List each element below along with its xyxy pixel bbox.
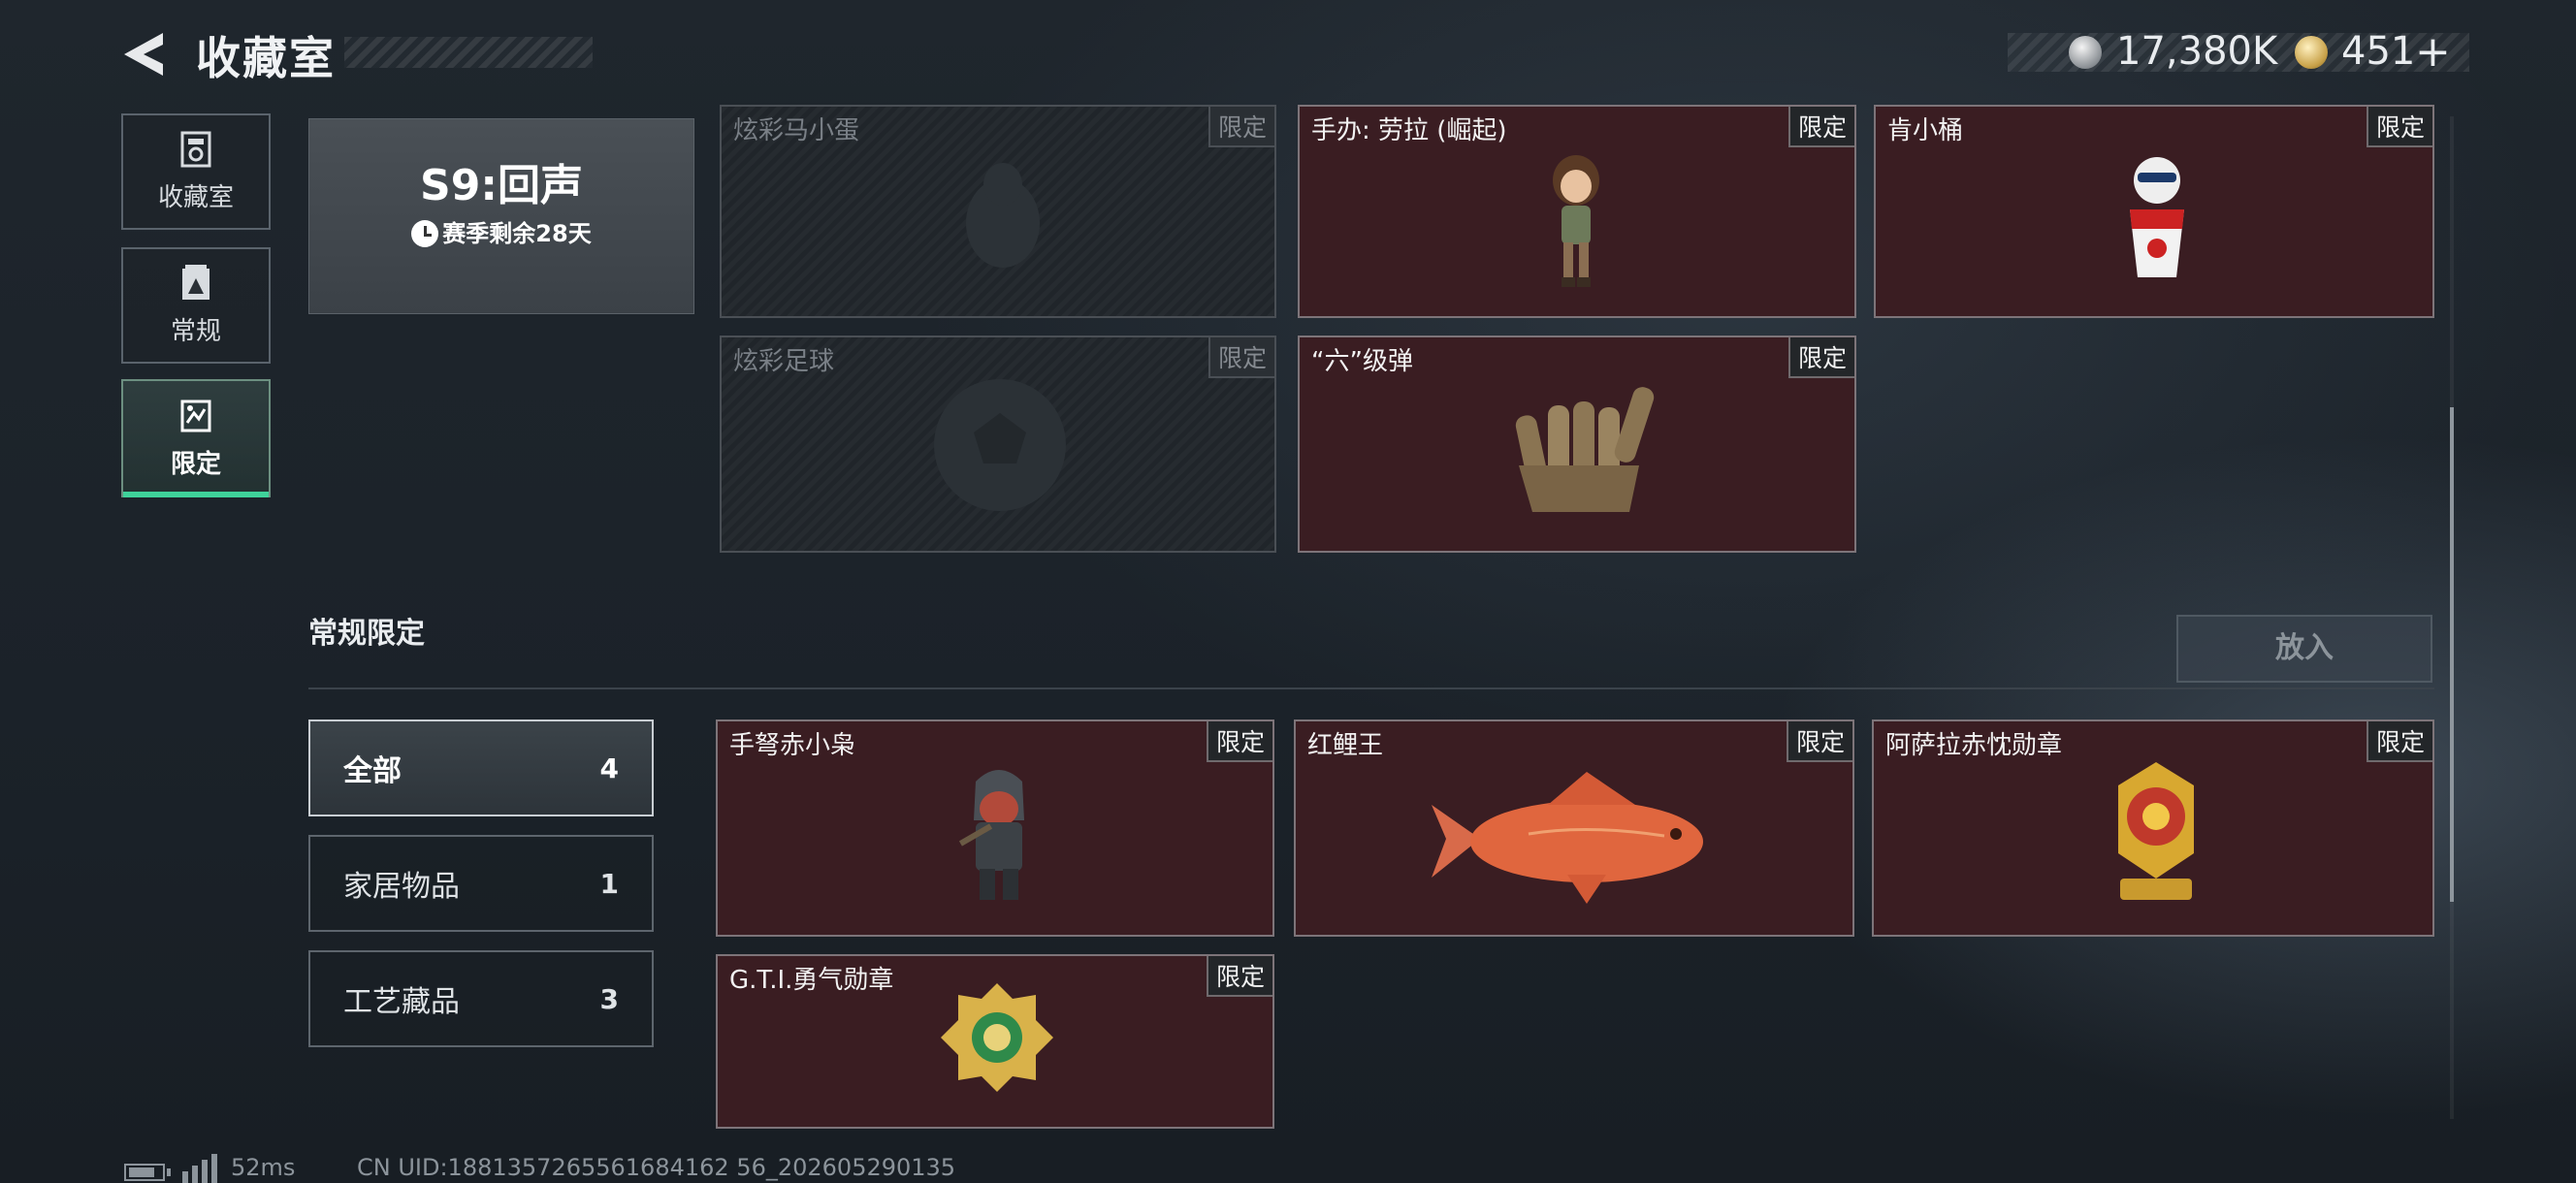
collection-card-crossbow-owl[interactable]: 手弩赤小枭 限定 xyxy=(716,719,1274,937)
collection-card-gti-courage-medal[interactable]: G.T.I.勇气勋章 限定 xyxy=(716,954,1274,1129)
sidebar-item-limited[interactable]: 限定 xyxy=(121,379,271,497)
collection-card-colorful-football[interactable]: 炫彩足球 限定 xyxy=(720,336,1276,553)
signal-icon xyxy=(202,1160,208,1183)
clock-icon xyxy=(411,220,439,247)
section-divider xyxy=(308,687,2434,689)
card-name: 手办: 劳拉 (崛起) xyxy=(1311,116,1507,145)
card-name: 阿萨拉赤忱勋章 xyxy=(1885,731,2063,760)
limited-tag: 限定 xyxy=(2366,107,2432,147)
collection-room-icon xyxy=(180,131,211,167)
gti-medal-icon xyxy=(941,983,1053,1092)
filter-home-items[interactable]: 家居物品 1 xyxy=(308,835,654,932)
silver-coin-icon xyxy=(2069,36,2102,69)
bucket-figure-icon xyxy=(2130,157,2184,277)
limited-tag: 限定 xyxy=(1208,107,1274,147)
collection-card-kfc-bucket[interactable]: 肯小桶 限定 xyxy=(1874,105,2434,318)
limited-tag: 限定 xyxy=(1787,337,1854,378)
season-card: S9:回声 赛季剩余28天 xyxy=(308,118,694,314)
sidebar-item-label: 常规 xyxy=(170,316,221,346)
active-indicator xyxy=(123,492,269,497)
filter-crafts[interactable]: 工艺藏品 3 xyxy=(308,950,654,1047)
limited-tag: 限定 xyxy=(1787,107,1854,147)
silver-currency-value: 17,380K xyxy=(2116,29,2278,74)
filter-count: 1 xyxy=(599,867,619,900)
regular-gallery-icon xyxy=(182,264,209,300)
crossbow-figure-icon xyxy=(958,770,1024,900)
collection-card-lara-figure[interactable]: 手办: 劳拉 (崛起) 限定 xyxy=(1298,105,1856,318)
back-arrow-icon[interactable] xyxy=(118,29,167,80)
ping-value: 52ms xyxy=(231,1154,296,1181)
filter-count: 3 xyxy=(599,982,619,1015)
filter-label: 全部 xyxy=(343,754,402,788)
sidebar-item-label: 收藏室 xyxy=(157,182,234,212)
gold-coin-icon xyxy=(2295,36,2328,69)
limited-tag: 限定 xyxy=(2366,721,2432,762)
signal-icon xyxy=(192,1166,198,1183)
collection-card-level-six-bullet[interactable]: “六”级弹 限定 xyxy=(1298,336,1856,553)
limited-tag: 限定 xyxy=(1208,337,1274,378)
lara-figure-icon xyxy=(1553,155,1599,287)
filter-label: 家居物品 xyxy=(343,870,460,904)
limited-tag: 限定 xyxy=(1206,956,1272,997)
limited-tag: 限定 xyxy=(1786,721,1852,762)
signal-icon xyxy=(182,1171,188,1183)
card-name: 红鲤王 xyxy=(1307,731,1384,760)
bullet-hand-icon xyxy=(1515,387,1655,512)
filter-all[interactable]: 全部 4 xyxy=(308,719,654,816)
card-name: 手弩赤小枭 xyxy=(729,731,856,760)
card-name: “六”级弹 xyxy=(1311,347,1413,376)
season-remaining: 赛季剩余28天 xyxy=(309,214,693,248)
season-remaining-text: 赛季剩余28天 xyxy=(442,220,592,247)
add-currency-button[interactable]: + xyxy=(2415,27,2451,77)
battery-icon xyxy=(124,1164,165,1181)
sidebar-item-collection-room[interactable]: 收藏室 xyxy=(121,113,271,230)
put-in-button[interactable]: 放入 xyxy=(2176,615,2432,683)
carp-fish-icon xyxy=(1432,772,1703,904)
page-title: 收藏室 xyxy=(196,32,336,84)
signal-icon xyxy=(211,1154,217,1183)
card-name: 肯小桶 xyxy=(1887,116,1964,145)
egg-figure-icon xyxy=(966,163,1040,268)
scrollbar-thumb[interactable] xyxy=(2450,407,2454,902)
uid-text: CN UID:1881357265561684162 56_2026052901… xyxy=(357,1154,956,1181)
gold-currency-value: 451 xyxy=(2341,29,2416,74)
football-icon xyxy=(934,379,1066,511)
sidebar-item-label: 限定 xyxy=(170,449,221,479)
filter-count: 4 xyxy=(599,751,619,784)
limited-gallery-icon xyxy=(180,400,211,432)
card-name: 炫彩马小蛋 xyxy=(733,116,860,145)
medal-icon xyxy=(2118,762,2194,900)
filter-label: 工艺藏品 xyxy=(343,985,460,1019)
sidebar-item-regular[interactable]: 常规 xyxy=(121,247,271,364)
collection-card-colorful-egg[interactable]: 炫彩马小蛋 限定 xyxy=(720,105,1276,318)
card-name: 炫彩足球 xyxy=(733,347,835,376)
title-decoration xyxy=(344,37,593,68)
collection-card-asala-medal[interactable]: 阿萨拉赤忱勋章 限定 xyxy=(1872,719,2434,937)
collection-card-red-carp-king[interactable]: 红鲤王 限定 xyxy=(1294,719,1854,937)
section-title: 常规限定 xyxy=(308,617,425,651)
season-title: S9:回声 xyxy=(420,161,583,210)
battery-tip xyxy=(167,1168,171,1176)
limited-tag: 限定 xyxy=(1206,721,1272,762)
card-name: G.T.I.勇气勋章 xyxy=(729,966,894,995)
